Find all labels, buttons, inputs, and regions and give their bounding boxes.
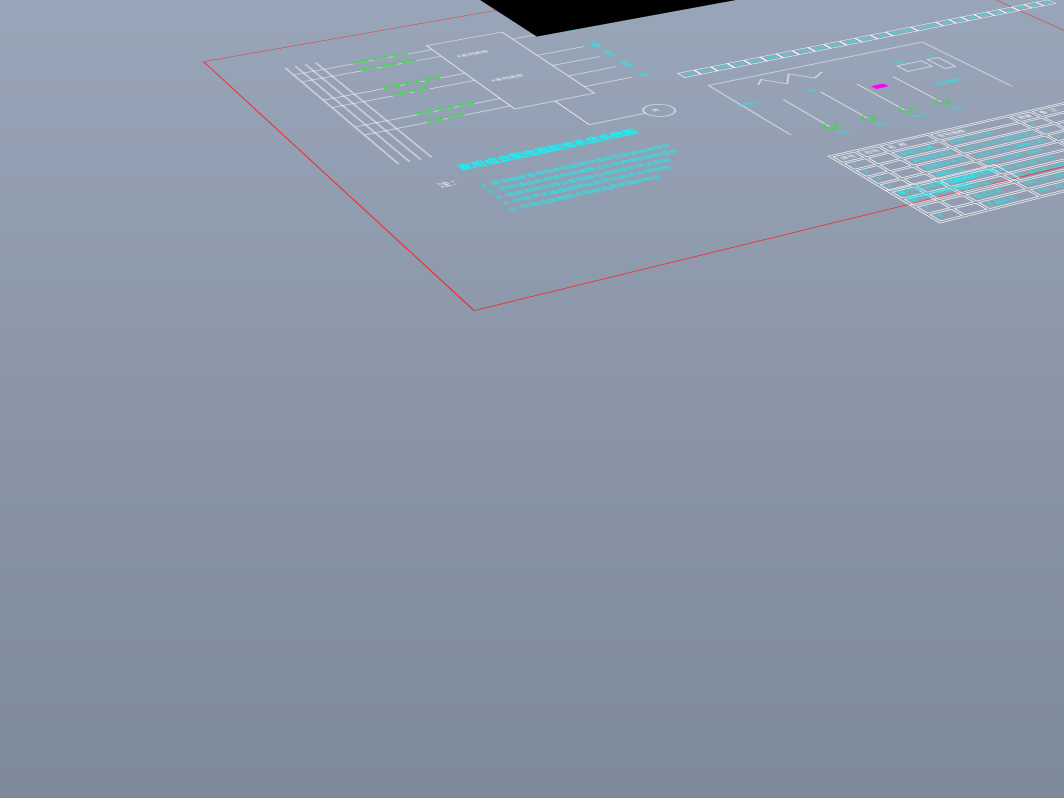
terminal-header: 去向点火照明仪表空调备用厨房卫生插座插座插座备用控制手动进线开关控制1路2路3路… xyxy=(677,0,1056,78)
drawing-frame: X系列选型 X系列选型 M 大厅 仪器 照灯 其他 机 去向点火照明仪表空调备用… xyxy=(203,0,1064,311)
note-line: 3.插座照明分路设置每路设单独保护开关控制 xyxy=(493,131,795,201)
lamp-0: HL1 xyxy=(836,130,854,136)
magenta-tag: NL xyxy=(875,84,888,89)
box-label-2: X系列选型 xyxy=(490,74,526,83)
box-label-1: X系列选型 xyxy=(456,50,491,59)
lamp-1: HL2 xyxy=(874,121,892,127)
cad-drawing: X系列选型 X系列选型 M 大厅 仪器 照灯 其他 机 去向点火照明仪表空调备用… xyxy=(204,0,1064,310)
sub-sa: SA xyxy=(924,55,937,59)
lamp-2: HL3 xyxy=(912,113,930,119)
viewport-3d[interactable]: X系列选型 X系列选型 M 大厅 仪器 照灯 其他 机 去向点火照明仪表空调备用… xyxy=(0,0,1064,798)
motor-label: M xyxy=(650,108,662,113)
note-head: 注： xyxy=(434,177,467,189)
lamp-3: HL4 xyxy=(949,105,967,111)
km-left: KM0~2 xyxy=(737,101,762,108)
side-label-1: 仪器 xyxy=(584,41,603,48)
notes-block: 1.配电箱配置按照本图选用并按规范安装接地保护2.照明线路采用管内穿线敷设方式并… xyxy=(478,121,812,213)
sub-sb: SB xyxy=(893,61,906,65)
component-table: 序号符号名 称型号规格数量备 注1配电开关箱XFW3-220/4A12漏电保护开… xyxy=(827,102,1064,223)
side-label-4: 机 xyxy=(635,72,650,77)
side-label-2: 照灯 xyxy=(600,50,619,57)
sub-wc: 至现场WC xyxy=(933,78,965,87)
side-label-3: 其他 xyxy=(616,60,635,67)
km-mid: KM xyxy=(807,89,820,94)
